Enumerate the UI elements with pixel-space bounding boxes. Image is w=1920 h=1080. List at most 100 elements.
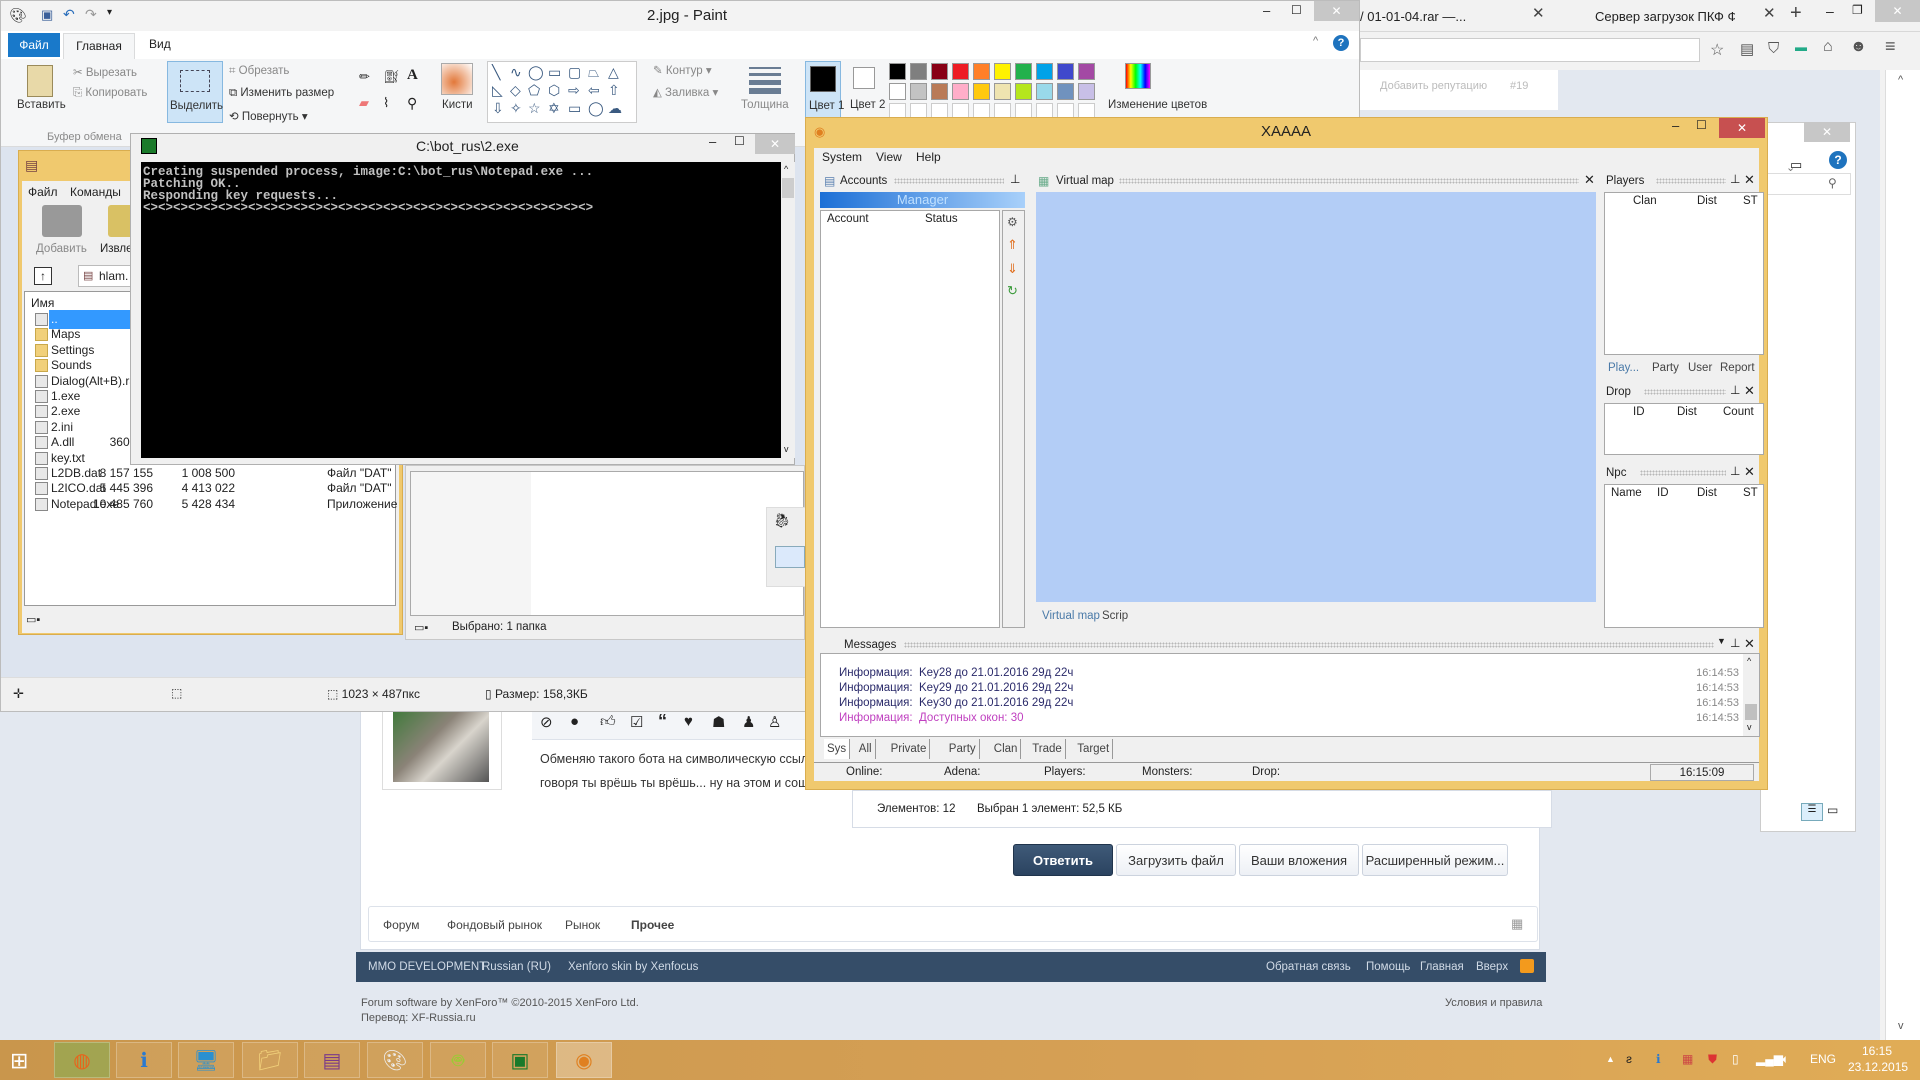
color-picker-icon[interactable]: ⌇ [383,95,389,111]
pin-icon[interactable]: ⊥ [1730,464,1740,478]
palette-color[interactable] [1057,83,1074,100]
language-indicator[interactable]: ENG [1810,1052,1836,1066]
add-icon[interactable] [42,205,82,237]
footer-link[interactable]: Главная [1420,961,1464,973]
color1-button[interactable]: Цвет 1 [805,61,844,121]
tab-messages-clan[interactable]: Clan [991,739,1022,759]
close-icon[interactable]: ✕ [1744,464,1755,480]
checkbox-icon[interactable]: ☑ [630,713,643,731]
console-scrollbar[interactable]: ^ v [781,162,795,458]
settings-gear-icon[interactable]: ⚙ [1007,215,1018,229]
menu-file[interactable]: Файл [28,185,58,199]
taskbar-android[interactable]: 🤖︎ [430,1042,486,1078]
column-header[interactable]: Count [1723,406,1754,418]
comments-icon[interactable]: ● [570,713,579,730]
move-up-icon[interactable]: ⇑ [1007,237,1018,253]
terms-link[interactable]: Условия и правила [1445,997,1542,1009]
taskbar-paint[interactable]: 🎨︎ [367,1042,423,1078]
star5-shape-icon[interactable]: ☆ [528,100,541,117]
menu-commands[interactable]: Команды [70,185,121,199]
palette-color[interactable] [952,63,969,80]
copy-button[interactable]: ⎘ Копировать [73,87,147,100]
menu-icon[interactable]: ≡ [1885,36,1896,57]
maximize-icon[interactable]: ☐ [1291,3,1302,17]
palette-color[interactable] [1078,83,1095,100]
footer-link[interactable]: Xenforo skin by Xenfocus [568,961,698,973]
maximize-icon[interactable]: ☐ [1696,118,1707,132]
thumbnail-view-icon[interactable]: ▭ [1827,803,1838,817]
tab-party[interactable]: Party [1652,358,1679,378]
rounded-rect-shape-icon[interactable]: ▢ [568,64,581,81]
palette-color[interactable] [931,83,948,100]
maximize-icon[interactable]: ☐ [734,134,745,148]
pin-icon[interactable]: ⊥ [1730,636,1740,650]
quote-icon[interactable]: “ [658,711,667,732]
menu-view[interactable]: View [876,150,902,164]
column-header[interactable]: Dist [1697,487,1717,499]
column-header[interactable]: Dist [1677,406,1697,418]
thumbs-up-icon[interactable]: 👍︎ [600,713,616,731]
paste-button[interactable]: Вставить [17,99,66,111]
cut-button[interactable]: ✂ Вырезать [73,65,137,79]
column-header[interactable]: ST [1743,487,1758,499]
paste-icon[interactable] [27,65,53,97]
download-meter-icon[interactable]: ▬ [1795,40,1807,54]
edit-colors-button[interactable]: Изменение цветов [1108,99,1207,111]
browser-tab-1[interactable]: / 01-01-04.rar —... [1360,4,1490,30]
translation-credit[interactable]: Перевод: XF-Russia.ru [361,1012,476,1024]
tab-messages-target[interactable]: Target [1074,739,1114,759]
arrow-left-shape-icon[interactable]: ⇦ [588,82,600,99]
advanced-mode-button[interactable]: Расширенный режим... [1362,844,1508,876]
palette-color[interactable] [931,63,948,80]
up-folder-icon[interactable]: ↑ [34,267,52,285]
info-tray-icon[interactable]: ℹ [1656,1052,1661,1066]
tab-report[interactable]: Report [1720,358,1755,378]
close-icon[interactable]: ✕ [1744,383,1755,399]
home-icon[interactable]: ⌂ [1823,38,1833,56]
hexagon-shape-icon[interactable]: ⬡ [548,82,560,99]
callout-cloud-shape-icon[interactable]: ☁ [608,100,622,117]
diamond-shape-icon[interactable]: ◇ [510,82,521,99]
footer-link[interactable]: Обратная связь [1266,961,1351,973]
tab-messages-all[interactable]: All [856,739,876,759]
magnifier-icon[interactable]: ⚲ [407,95,417,112]
close-icon[interactable]: ✕ [755,134,795,154]
pencil-icon[interactable]: ✏ [359,69,370,85]
column-header[interactable]: ID [1633,406,1645,418]
accounts-list[interactable]: Account Status [820,210,1000,628]
add-reputation-link[interactable]: Добавить репутацию [1380,80,1487,92]
taskbar-remote-desktop[interactable]: 🖥︎ [178,1042,234,1078]
footer-link[interactable]: Помощь [1366,961,1410,973]
reading-list-icon[interactable]: ▤ [1740,40,1754,58]
polygon-shape-icon[interactable]: ⏢ [588,64,599,81]
tab-players[interactable]: Play... [1608,358,1639,378]
tab-home[interactable]: Главная [63,33,135,59]
new-tab-button[interactable]: + [1790,2,1802,25]
browser-tab-2[interactable]: Сервер загрузок ПКФ ФГУП ... [1595,4,1735,30]
tab-file[interactable]: Файл [8,33,60,57]
minimize-icon[interactable]: – [1826,3,1834,19]
minimize-icon[interactable]: – [1672,118,1679,133]
taskbar-file-explorer[interactable]: 📁︎ [242,1042,298,1078]
palette-color[interactable] [994,63,1011,80]
text-tool-icon[interactable]: A [407,67,418,84]
security-tray-icon[interactable]: ⛊ [1708,1052,1717,1067]
close-tab-icon[interactable]: ✕ [1763,4,1776,22]
column-header[interactable]: Dist [1697,195,1717,207]
tab-messages-private[interactable]: Private [888,739,931,759]
palette-color[interactable] [889,63,906,80]
file-row[interactable]: Notepad.exe 10 485 760 5 428 434 Приложение [35,495,425,514]
column-header[interactable]: Status [925,213,958,225]
collapse-ribbon-icon[interactable]: ^ [1313,35,1318,47]
palette-color[interactable] [910,63,927,80]
app-tray-icon[interactable]: ▦ [1682,1052,1693,1066]
taskbar-winrar[interactable]: ▤ [304,1042,360,1078]
eraser-icon[interactable]: ▰ [359,95,369,111]
star4-shape-icon[interactable]: ✧ [510,100,522,117]
palette-color[interactable] [1078,63,1095,80]
heart-icon[interactable]: ♥ [684,713,693,730]
tab-user[interactable]: User [1688,358,1712,378]
volume-icon[interactable]: 🔈︎ [1782,1052,1789,1067]
column-header[interactable]: Clan [1633,195,1657,207]
line-shape-icon[interactable]: ╲ [492,64,500,81]
